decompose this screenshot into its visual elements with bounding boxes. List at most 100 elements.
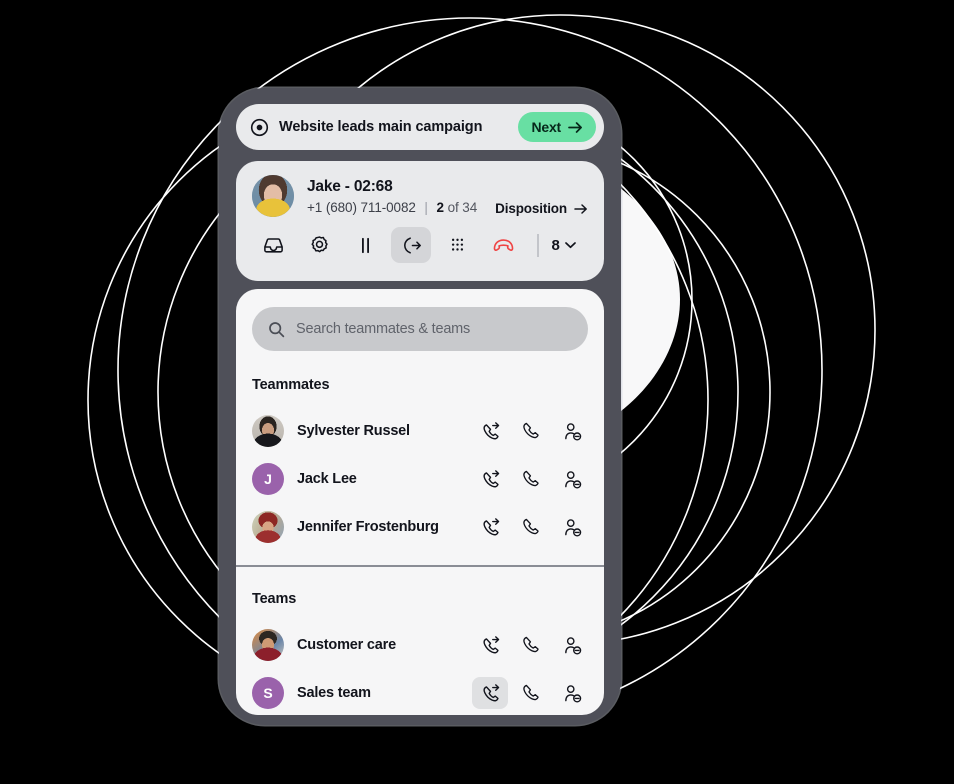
list-item[interactable]: S Sales team — [236, 669, 604, 715]
contact-photo — [252, 511, 284, 543]
person-add-icon — [564, 636, 581, 655]
teammates-list: Sylvester Russel J Jack Lee Jennifer Fro… — [236, 407, 604, 551]
phone-forward-button[interactable] — [472, 463, 508, 495]
contact-photo — [252, 175, 294, 217]
search-icon — [269, 321, 285, 337]
call-position-index: 2 — [436, 199, 445, 215]
directory-panel: Teammates Sylvester Russel — [236, 289, 604, 715]
phone-forward-icon — [482, 635, 499, 653]
inbox-icon — [263, 237, 283, 253]
section-divider — [236, 565, 604, 567]
row-actions — [467, 677, 590, 709]
contact-photo — [252, 415, 284, 447]
phone-forward-icon — [482, 469, 499, 487]
person-add-icon — [564, 470, 581, 489]
call-button[interactable] — [513, 511, 549, 543]
phone-icon — [522, 636, 539, 652]
avatar: J — [252, 463, 284, 495]
call-button[interactable] — [513, 677, 549, 709]
avatar — [252, 415, 284, 447]
phone-forward-button[interactable] — [472, 511, 508, 543]
add-person-button[interactable] — [554, 511, 590, 543]
list-item-label: Sylvester Russel — [297, 423, 410, 439]
person-add-icon — [564, 518, 581, 537]
list-item-label: Jack Lee — [297, 471, 357, 487]
disposition-label: Disposition — [495, 201, 567, 216]
hold-button[interactable] — [345, 227, 385, 263]
call-duration: 02:68 — [353, 178, 393, 196]
call-button[interactable] — [513, 415, 549, 447]
avatar — [252, 511, 284, 543]
phone-forward-button[interactable] — [472, 629, 508, 661]
list-item[interactable]: Sylvester Russel — [236, 407, 604, 455]
phone-forward-button[interactable] — [472, 415, 508, 447]
add-person-button[interactable] — [554, 415, 590, 447]
campaign-bar: Website leads main campaign Next — [236, 104, 604, 150]
phone-forward-button[interactable] — [472, 677, 508, 709]
person-add-icon — [564, 684, 581, 703]
add-person-button[interactable] — [554, 677, 590, 709]
inbox-button[interactable] — [253, 227, 293, 263]
phone-forward-icon — [482, 683, 499, 701]
avatar-initial: S — [263, 685, 273, 701]
phone-number: +1 (680) 711-0082 — [307, 199, 416, 215]
list-item[interactable]: J Jack Lee — [236, 455, 604, 503]
toolbar-divider — [537, 233, 539, 257]
arrow-right-icon — [568, 121, 582, 133]
active-call-card: Jake - 02:68 +1 (680) 711-0082 | 2 of 34… — [236, 161, 604, 281]
hangup-button[interactable] — [483, 227, 523, 263]
list-item[interactable]: Jennifer Frostenburg — [236, 503, 604, 551]
row-actions — [467, 463, 590, 495]
search-box[interactable] — [252, 307, 588, 351]
pause-icon — [361, 237, 369, 253]
list-item-label: Customer care — [297, 637, 396, 653]
search-wrapper — [236, 289, 604, 351]
call-position-total: of 34 — [447, 199, 478, 215]
line-count-value: 8 — [551, 236, 560, 254]
name-duration-separator: - — [344, 178, 350, 196]
person-add-icon — [564, 422, 581, 441]
add-person-button[interactable] — [554, 463, 590, 495]
phone-forward-icon — [482, 517, 499, 535]
settings-button[interactable] — [299, 227, 339, 263]
separator: | — [424, 199, 428, 215]
gear-icon — [310, 235, 328, 252]
transfer-button[interactable] — [391, 227, 431, 263]
phone-icon — [522, 470, 539, 486]
next-button[interactable]: Next — [518, 112, 596, 142]
teams-list: Customer care S Sales team — [236, 621, 604, 715]
hangup-icon — [493, 238, 513, 251]
phone-transfer-icon — [403, 236, 421, 254]
row-actions — [467, 415, 590, 447]
phone-forward-icon — [482, 421, 499, 439]
team-photo — [252, 629, 284, 661]
call-button[interactable] — [513, 463, 549, 495]
campaign-title: Website leads main campaign — [279, 119, 483, 135]
section-title-teammates: Teammates — [252, 377, 330, 393]
row-actions — [467, 511, 590, 543]
avatar — [252, 175, 294, 217]
avatar-initial: J — [264, 471, 272, 487]
search-input[interactable] — [296, 321, 572, 337]
phone-icon — [522, 422, 539, 438]
call-button[interactable] — [513, 629, 549, 661]
call-title: Jake - 02:68 — [307, 177, 495, 196]
list-item-label: Sales team — [297, 685, 371, 701]
chevron-down-icon — [564, 242, 576, 249]
target-record-icon — [250, 118, 269, 136]
add-person-button[interactable] — [554, 629, 590, 661]
arrow-right-icon — [574, 203, 587, 214]
disposition-button[interactable]: Disposition — [495, 201, 588, 216]
line-count-selector[interactable]: 8 — [552, 237, 576, 254]
dialpad-button[interactable] — [437, 227, 477, 263]
phone-icon — [522, 684, 539, 700]
dialpad-icon — [451, 238, 463, 251]
section-title-teams: Teams — [252, 591, 297, 607]
avatar — [252, 629, 284, 661]
phone-icon — [522, 518, 539, 534]
call-header: Jake - 02:68 +1 (680) 711-0082 | 2 of 34… — [252, 175, 588, 217]
call-subinfo: +1 (680) 711-0082 | 2 of 34 — [307, 200, 495, 215]
contact-name: Jake — [307, 178, 341, 196]
list-item[interactable]: Customer care — [236, 621, 604, 669]
avatar: S — [252, 677, 284, 709]
